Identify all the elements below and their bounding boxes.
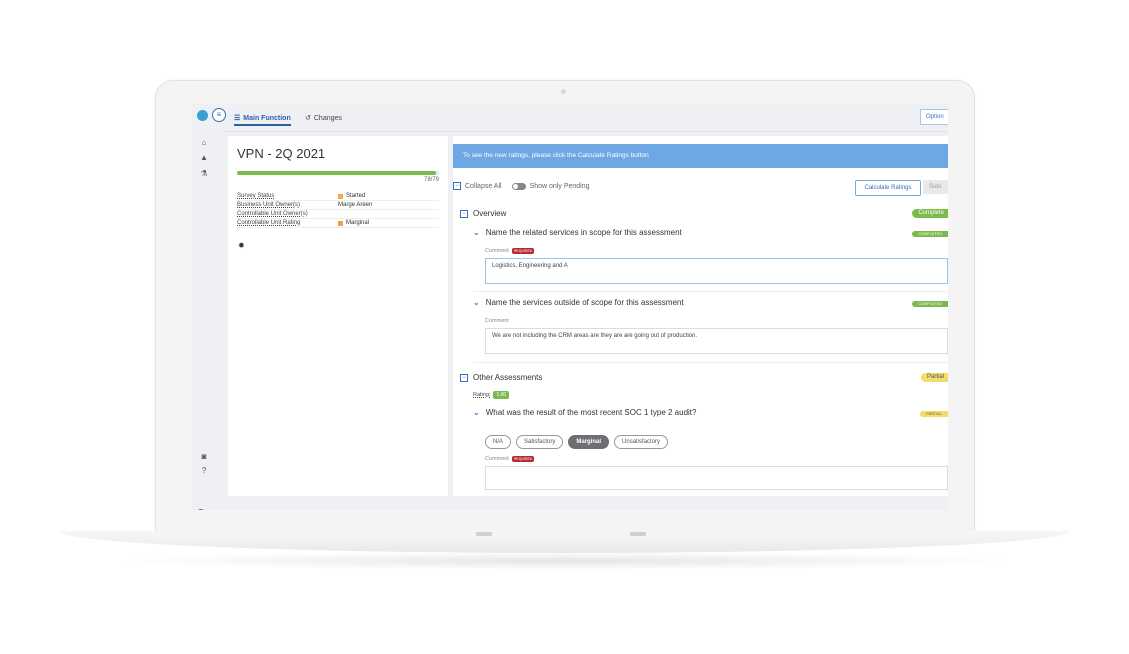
- comment-textarea[interactable]: Logistics, Engineering and A: [485, 258, 948, 284]
- page-title: VPN - 2Q 2021: [237, 146, 326, 161]
- comment-label-text: Comment: [485, 456, 509, 462]
- info-key: Controllable Unit Rating: [237, 220, 301, 226]
- info-row: Survey Status Started: [237, 192, 439, 201]
- required-badge: REQUIRED: [511, 248, 535, 254]
- collapse-icon[interactable]: −: [453, 182, 461, 190]
- collapse-row: − Collapse All Show only Pending: [453, 182, 590, 190]
- chevron-down-icon[interactable]: ⌄: [473, 408, 480, 417]
- progress-bar: [237, 171, 439, 175]
- question-text: Name the related services in scope for t…: [485, 228, 682, 237]
- calculate-ratings-button[interactable]: Calculate Ratings: [855, 180, 921, 196]
- project-summary-panel: VPN - 2Q 2021 78/79 Survey Status Starte…: [228, 136, 448, 496]
- info-value: Started: [338, 193, 365, 199]
- info-key: Controllable Unit Owner(s): [237, 211, 308, 217]
- status-badge: Complete: [912, 209, 948, 218]
- divider: [473, 291, 948, 292]
- hamburger-menu-icon[interactable]: ≡: [212, 108, 226, 122]
- question-item[interactable]: ⌄ What was the result of the most recent…: [473, 408, 696, 417]
- chevron-down-icon[interactable]: ⌄: [473, 298, 480, 307]
- collapse-all-link[interactable]: Collapse All: [465, 183, 502, 190]
- option-marginal-button[interactable]: Marginal: [568, 435, 610, 449]
- divider: [473, 362, 948, 363]
- option-satisfactory-button[interactable]: Satisfactory: [516, 435, 564, 449]
- question-item[interactable]: ⌄ Name the related services in scope for…: [473, 228, 682, 237]
- comment-textarea[interactable]: [485, 466, 948, 490]
- laptop-base: [58, 531, 1071, 553]
- camera-icon: [561, 89, 566, 94]
- info-key: Business Unit Owner(s): [237, 202, 301, 208]
- info-banner: To see the new ratings, please click the…: [453, 144, 948, 168]
- tab-main-function[interactable]: ☰ Main Function: [234, 114, 291, 126]
- question-text: What was the result of the most recent S…: [485, 408, 697, 417]
- question-text: Name the services outside of scope for t…: [485, 298, 684, 307]
- left-rail: ⌂ ▲ ⚗ ◙ ? JR: [192, 131, 222, 510]
- status-badge: COMPLETED: [912, 301, 948, 307]
- laptop-shadow: [110, 552, 1020, 570]
- info-value-text: Started: [346, 193, 366, 199]
- progress-fill: [237, 171, 437, 175]
- help-icon[interactable]: ?: [199, 466, 209, 475]
- comment-label: Comment REQUIRED: [485, 248, 535, 254]
- required-badge: REQUIRED: [511, 456, 535, 462]
- status-square-icon: [338, 193, 343, 199]
- show-pending-label: Show only Pending: [529, 182, 590, 190]
- info-value-text: Marginal: [346, 220, 370, 226]
- flask-icon[interactable]: ⚗: [199, 169, 209, 178]
- tab-changes[interactable]: ↺ Changes: [305, 114, 342, 123]
- info-value-text: Marge Areen: [338, 202, 373, 208]
- comment-label-text: Comment: [485, 318, 509, 324]
- info-value: Marginal: [338, 220, 369, 226]
- section-other-header[interactable]: − Other Assessments: [460, 373, 542, 382]
- list-icon: ☰: [234, 115, 241, 122]
- progress-count: 78/79: [423, 177, 439, 183]
- section-title: Overview: [473, 209, 507, 218]
- comment-label: Comment REQUIRED: [485, 456, 535, 462]
- info-table: Survey Status Started Business Unit Owne…: [237, 192, 439, 228]
- top-bar: ≡ ☰ Main Function ↺ Changes Option: [192, 104, 948, 132]
- comment-label: Comment: [485, 318, 509, 324]
- rating-label-text: Rating:: [473, 392, 491, 398]
- section-title: Other Assessments: [473, 373, 543, 382]
- status-badge: COMPLETED: [912, 231, 948, 237]
- home-icon[interactable]: ⌂: [199, 138, 209, 147]
- tab-label: Main Function: [243, 114, 291, 122]
- rating-value-badge: 1.00: [493, 391, 510, 399]
- bell-icon[interactable]: ▲: [199, 153, 209, 162]
- tab-label: Changes: [313, 114, 342, 122]
- status-badge: PARTIAL: [920, 411, 948, 417]
- rating-label: Rating: 1.00: [473, 391, 510, 399]
- comment-label-text: Comment: [485, 248, 509, 254]
- info-row: Business Unit Owner(s) Marge Areen: [237, 201, 439, 210]
- options-button[interactable]: Option: [920, 109, 948, 125]
- comment-textarea[interactable]: We are not including the CRM areas are t…: [485, 328, 948, 354]
- hinge-mark: [630, 532, 646, 536]
- status-square-icon: [338, 220, 343, 226]
- gear-icon[interactable]: ✹: [238, 241, 245, 250]
- question-item[interactable]: ⌄ Name the services outside of scope for…: [473, 298, 684, 307]
- info-row: Controllable Unit Rating Marginal: [237, 219, 439, 228]
- camera-icon[interactable]: ◙: [199, 452, 209, 461]
- section-overview-header[interactable]: − Overview: [460, 209, 506, 218]
- submit-button[interactable]: Subi: [923, 180, 948, 194]
- hinge-mark: [476, 532, 492, 536]
- show-pending-toggle[interactable]: [511, 182, 526, 190]
- option-na-button[interactable]: N/A: [485, 435, 512, 449]
- option-unsatisfactory-button[interactable]: Unsatisfactory: [614, 435, 669, 449]
- app-screen: ≡ ☰ Main Function ↺ Changes Option ⌂ ▲ ⚗…: [192, 104, 948, 510]
- chevron-down-icon[interactable]: ⌄: [473, 228, 480, 237]
- assessment-panel: To see the new ratings, please click the…: [453, 136, 948, 496]
- status-badge: Partial: [920, 373, 948, 382]
- info-key: Survey Status: [237, 193, 275, 199]
- app-logo-icon[interactable]: [197, 110, 208, 121]
- avatar[interactable]: JR: [196, 509, 206, 510]
- info-row: Controllable Unit Owner(s): [237, 210, 439, 219]
- collapse-icon[interactable]: −: [460, 373, 468, 382]
- collapse-icon[interactable]: −: [460, 209, 468, 218]
- rating-options: N/A Satisfactory Marginal Unsatisfactory: [485, 435, 669, 449]
- history-icon: ↺: [305, 115, 311, 122]
